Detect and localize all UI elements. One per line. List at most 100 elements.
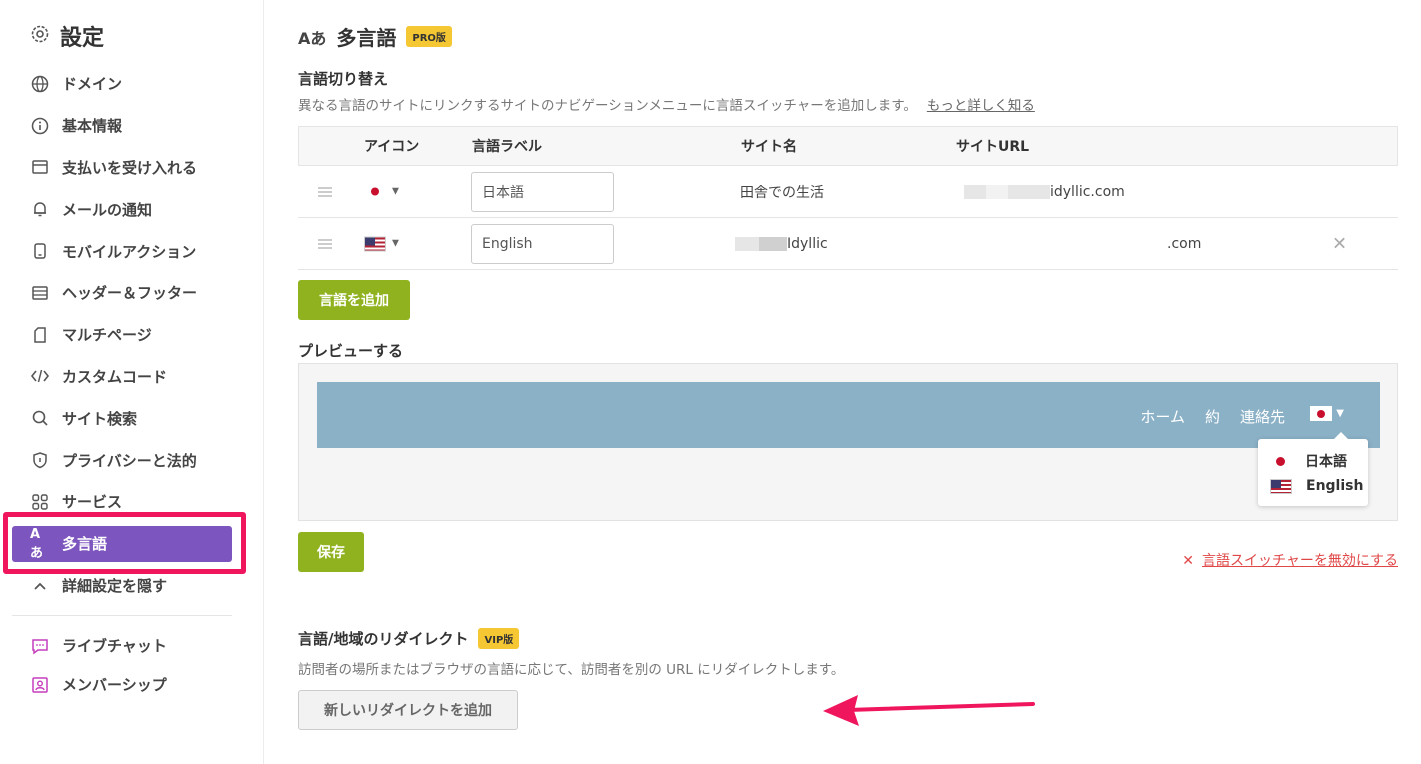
chevron-up-icon: [30, 576, 50, 596]
flag-picker[interactable]: ▼: [364, 184, 399, 199]
learn-more-link[interactable]: もっと詳しく知る: [927, 98, 1035, 114]
sidebar-extra-nav: ライブチャット メンバーシップ: [12, 626, 232, 704]
sidebar-item-site-search[interactable]: サイト検索: [12, 397, 232, 439]
preview-title: プレビューする: [298, 342, 404, 360]
sidebar-item-payments[interactable]: 支払いを受け入れる: [12, 147, 232, 189]
sidebar-item-mobile[interactable]: モバイルアクション: [12, 230, 232, 272]
close-icon[interactable]: ✕: [1332, 233, 1347, 254]
site-url: idyllic.com: [964, 184, 1125, 200]
sidebar-item-custom-code[interactable]: カスタムコード: [12, 356, 232, 398]
blurred-text: [1008, 184, 1030, 199]
japan-flag-icon: [364, 184, 386, 199]
mobile-icon: [30, 241, 50, 261]
sidebar-item-label: 基本情報: [62, 117, 123, 136]
payment-icon: [30, 157, 50, 177]
table-header: アイコン 言語ラベル サイト名 サイトURL: [298, 126, 1398, 166]
page-icon: [30, 325, 50, 345]
gear-icon: [30, 24, 50, 48]
member-icon: [30, 675, 50, 695]
flag-picker[interactable]: ▼: [364, 236, 399, 251]
chat-icon: [30, 636, 50, 656]
site-name-text: Idyllic: [787, 235, 828, 252]
sidebar-item-domain[interactable]: ドメイン: [12, 63, 232, 105]
language-label-input[interactable]: [471, 223, 614, 264]
table-row: ▼ Idyllic .com ✕: [298, 218, 1398, 270]
sidebar-item-label: マルチページ: [62, 326, 152, 345]
info-icon: [30, 116, 50, 136]
site-url-text: idyllic.com: [1050, 183, 1125, 200]
shield-icon: [30, 450, 50, 470]
sidebar-item-basic-info[interactable]: 基本情報: [12, 105, 232, 147]
col-icon: アイコン: [364, 139, 420, 155]
globe-icon: [30, 74, 50, 94]
japan-flag-icon: [1310, 406, 1333, 421]
site-url: .com: [1167, 235, 1202, 252]
sidebar-item-label: ライブチャット: [62, 637, 167, 655]
save-button[interactable]: 保存: [298, 532, 364, 572]
preview-nav-contact: 連絡先: [1239, 408, 1285, 426]
sidebar-item-membership[interactable]: メンバーシップ: [12, 665, 232, 704]
us-flag-icon: [1270, 478, 1292, 494]
sidebar-item-label: ヘッダー＆フッター: [62, 284, 198, 303]
disable-switcher-text: 言語スイッチャーを無効にする: [1202, 553, 1398, 569]
disable-switcher-link[interactable]: ✕ 言語スイッチャーを無効にする: [1182, 550, 1398, 570]
close-icon: ✕: [1182, 553, 1194, 569]
sidebar-item-multipage[interactable]: マルチページ: [12, 314, 232, 356]
redirect-description: 訪問者の場所またはブラウザの言語に応じて、訪問者を別の URL にリダイレクトし…: [298, 662, 845, 678]
language-label-input[interactable]: [471, 171, 614, 212]
sidebar-item-label: メンバーシップ: [62, 676, 167, 694]
col-site-url: サイトURL: [956, 139, 1030, 155]
add-redirect-button[interactable]: 新しいリダイレクトを追加: [298, 690, 518, 730]
drag-handle-icon[interactable]: [318, 238, 332, 249]
drag-handle-icon[interactable]: [318, 186, 332, 197]
sidebar-item-label: モバイルアクション: [62, 242, 197, 261]
sidebar-item-header-footer[interactable]: ヘッダー＆フッター: [12, 272, 232, 314]
page-header: Aあ 多言語 PRO版: [298, 22, 452, 51]
sidebar-item-live-chat[interactable]: ライブチャット: [12, 626, 232, 665]
settings-title: 設定: [30, 20, 104, 52]
switcher-description-text: 異なる言語のサイトにリンクするサイトのナビゲーションメニューに言語スイッチャーを…: [298, 98, 917, 114]
sidebar-item-label: サイト検索: [62, 409, 138, 428]
table-row: ▼ 田舎での生活 idyllic.com: [298, 166, 1398, 218]
caret-down-icon: ▼: [392, 238, 399, 249]
blurred-text: [964, 184, 986, 199]
preview-panel: ホーム 約 連絡先 ▼ 日本語 English: [298, 363, 1398, 521]
dropdown-option: English: [1270, 478, 1363, 494]
code-icon: [30, 366, 50, 386]
blurred-text: [735, 236, 759, 251]
sidebar-item-privacy[interactable]: プライバシーと法的: [12, 439, 232, 481]
preview-language-dropdown: 日本語 English: [1258, 432, 1368, 506]
sidebar-item-label: カスタムコード: [62, 367, 168, 386]
blurred-text: [986, 184, 1008, 199]
vip-badge: VIP版: [478, 628, 520, 649]
language-table: アイコン 言語ラベル サイト名 サイトURL ▼ 田舎での生活 idyllic.…: [298, 126, 1398, 270]
site-name: Idyllic: [735, 236, 828, 252]
highlight-annotation: [3, 512, 246, 574]
preview-nav-about: 約: [1204, 408, 1220, 426]
caret-down-icon: ▼: [1336, 408, 1344, 419]
bell-icon: [30, 199, 50, 219]
grid-icon: [30, 492, 50, 512]
col-label: 言語ラベル: [472, 139, 542, 155]
caret-down-icon: ▼: [392, 186, 399, 197]
preview-language-switcher: ▼: [1310, 406, 1344, 421]
header-footer-icon: [30, 283, 50, 303]
language-icon: Aあ: [298, 28, 327, 48]
sidebar: 設定 ドメイン 基本情報 支払いを受け入れる メールの通知 モバイルアクション …: [0, 0, 264, 764]
sidebar-divider: [12, 615, 232, 616]
add-language-button[interactable]: 言語を追加: [298, 280, 410, 320]
switcher-description: 異なる言語のサイトにリンクするサイトのナビゲーションメニューに言語スイッチャーを…: [298, 94, 1035, 114]
sidebar-item-label: 詳細設定を隠す: [62, 577, 168, 596]
sidebar-item-label: サービス: [62, 493, 123, 512]
switcher-title: 言語切り替え: [298, 70, 389, 88]
us-flag-icon: [364, 236, 386, 251]
preview-navbar: ホーム 約 連絡先 ▼: [317, 382, 1380, 448]
redirect-title: 言語/地域のリダイレクト: [298, 630, 469, 648]
dropdown-option: 日本語: [1270, 451, 1347, 471]
sidebar-item-label: プライバシーと法的: [62, 451, 197, 470]
preview-nav-home: ホーム: [1140, 408, 1185, 426]
sidebar-item-label: ドメイン: [62, 75, 123, 94]
arrow-annotation: [823, 695, 1035, 726]
sidebar-item-email-notify[interactable]: メールの通知: [12, 188, 232, 230]
search-icon: [30, 408, 50, 428]
